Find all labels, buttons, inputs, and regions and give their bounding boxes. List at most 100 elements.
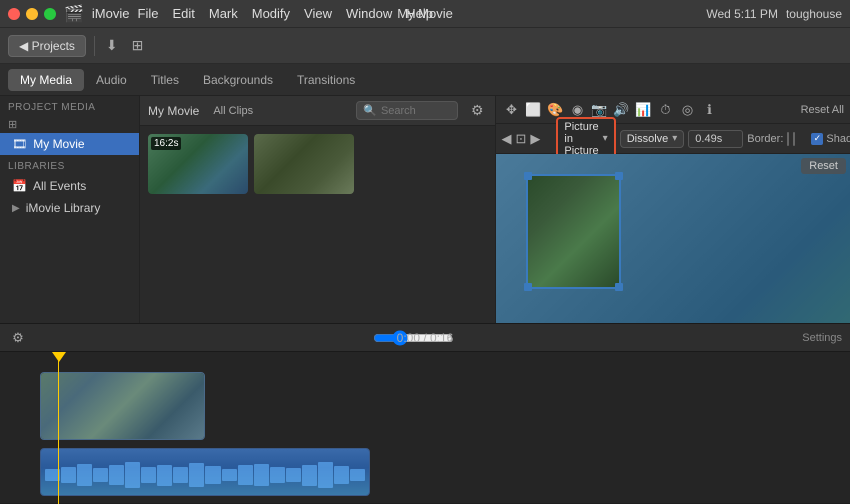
playhead-line — [58, 352, 59, 504]
clips-label: All Clips — [213, 105, 253, 117]
video-track-content — [41, 373, 204, 439]
title-bar-right: Wed 5:11 PM toughouse — [706, 7, 842, 21]
waveform-bar — [125, 462, 140, 487]
project-media-label: PROJECT MEDIA — [0, 96, 139, 116]
border-line-style[interactable] — [793, 132, 795, 146]
video-track[interactable] — [40, 372, 205, 440]
preview-toolbar2: ✥ ⬜ 🎨 ◉ 📷 🔊 📊 ⏱ ◎ ℹ Reset All — [496, 96, 850, 124]
search-box[interactable]: 🔍 — [356, 101, 458, 120]
waveform-bar — [205, 466, 220, 484]
waveform-bar — [270, 467, 285, 484]
sidebar-header-row: ⊞ — [0, 116, 139, 133]
crop-icon[interactable]: ⬜ — [524, 100, 544, 120]
waveform-bar — [109, 465, 124, 485]
import-icon[interactable]: ⬇ — [103, 34, 121, 57]
triangle-icon: ▶ — [12, 203, 20, 214]
waveform-bar — [254, 464, 269, 486]
clip-thumbnail-2[interactable] — [254, 134, 354, 194]
tab-my-media[interactable]: My Media — [8, 69, 84, 91]
chart-icon[interactable]: 📊 — [634, 100, 654, 120]
grid-icon[interactable]: ⊞ — [129, 34, 147, 57]
username: toughouse — [786, 7, 842, 21]
waveform-bar — [286, 468, 301, 482]
search-icon: 🔍 — [363, 104, 377, 117]
waveform-bar — [173, 467, 188, 482]
sidebar-item-all-events[interactable]: 📅 All Events — [0, 175, 139, 197]
minimize-button[interactable] — [26, 8, 38, 20]
pip-handle-tl[interactable] — [524, 172, 532, 180]
tab-backgrounds[interactable]: Backgrounds — [191, 69, 285, 91]
pip-handle-tr[interactable] — [615, 172, 623, 180]
waveform-bar — [318, 462, 333, 487]
timeline-settings-label[interactable]: Settings — [802, 332, 842, 344]
film-icon: 🎞 — [12, 137, 27, 151]
sidebar-imovie-library-label: iMovie Library — [26, 201, 101, 215]
shadow-checkbox-group[interactable]: ✓ Shadow — [811, 133, 850, 145]
duration-input[interactable] — [688, 130, 743, 148]
menu-modify[interactable]: Modify — [252, 6, 290, 21]
waveform-bar — [141, 467, 156, 484]
tab-titles[interactable]: Titles — [139, 69, 191, 91]
waveform-bar — [334, 466, 349, 484]
tab-audio[interactable]: Audio — [84, 69, 139, 91]
clip-duration-1: 16:2s — [151, 137, 181, 150]
menu-mark[interactable]: Mark — [209, 6, 238, 21]
media-toolbar: My Movie All Clips 🔍 ⚙ — [140, 96, 495, 126]
menu-view[interactable]: View — [304, 6, 332, 21]
sidebar-item-my-movie[interactable]: 🎞 My Movie — [0, 133, 139, 155]
cursor-icon[interactable]: ✥ — [502, 100, 522, 120]
projects-button[interactable]: ◀ Projects — [8, 35, 86, 57]
toolbar-separator — [94, 36, 95, 56]
preview-reset-button[interactable]: Reset — [801, 158, 846, 174]
imovie-app-icon: 🎬 — [64, 4, 84, 24]
timeline-settings-icon[interactable]: ⚙ — [8, 328, 28, 348]
libraries-label: LIBRARIES — [0, 155, 139, 175]
timeline-time-display: 0:00 / 0:16 — [397, 331, 454, 345]
fit-icon[interactable]: ⊡ — [516, 129, 527, 149]
prev-icon[interactable]: ◀ — [502, 129, 512, 149]
waveform-bars — [41, 461, 369, 489]
menu-edit[interactable]: Edit — [172, 6, 194, 21]
pip-overlay[interactable] — [526, 174, 621, 289]
sidebar-item-imovie-library[interactable]: ▶ iMovie Library — [0, 197, 139, 219]
calendar-icon: 📅 — [12, 179, 27, 193]
menu-window[interactable]: Window — [346, 6, 392, 21]
media-grid: 16:2s — [140, 126, 495, 202]
waveform-bar — [77, 464, 92, 486]
pip-handle-br[interactable] — [615, 283, 623, 291]
waveform-bar — [61, 467, 76, 484]
border-color-swatch[interactable] — [787, 132, 789, 146]
menu-bar: File Edit Mark Modify View Window Help — [138, 6, 434, 21]
waveform-bar — [93, 468, 108, 482]
close-button[interactable] — [8, 8, 20, 20]
shadow-checkbox[interactable]: ✓ — [811, 133, 823, 145]
reset-all-button[interactable]: Reset All — [801, 104, 844, 116]
info-icon[interactable]: ℹ — [700, 100, 720, 120]
system-time: Wed 5:11 PM — [706, 7, 778, 21]
audio-icon[interactable]: 🔊 — [612, 100, 632, 120]
fullscreen-button[interactable] — [44, 8, 56, 20]
preview-toolbar: ◀ ⊡ ▶ Picture in Picture ▾ Dissolve ▾ Bo… — [496, 124, 850, 154]
top-toolbar: ◀ Projects ⬇ ⊞ — [0, 28, 850, 64]
clip-thumbnail-1[interactable]: 16:2s — [148, 134, 248, 194]
stabilize-icon[interactable]: ◎ — [678, 100, 698, 120]
dissolve-selector[interactable]: Dissolve ▾ — [620, 130, 685, 148]
window-title: My Movie — [397, 6, 453, 21]
next-icon[interactable]: ▶ — [530, 129, 540, 149]
waveform-bar — [350, 469, 365, 480]
clip-image-2 — [254, 134, 354, 194]
media-settings-icon[interactable]: ⚙ — [468, 99, 487, 122]
speed-icon[interactable]: ⏱ — [656, 100, 676, 120]
audio-track[interactable] — [40, 448, 370, 496]
audio-waveform — [41, 449, 369, 495]
search-input[interactable] — [381, 105, 451, 117]
dissolve-chevron-icon: ▾ — [672, 133, 677, 144]
menu-file[interactable]: File — [138, 6, 159, 21]
timeline-area: ⚙ 0:00 / 0:16 Settings ♪ — [0, 323, 850, 503]
pip-handle-bl[interactable] — [524, 283, 532, 291]
waveform-bar — [157, 465, 172, 486]
traffic-lights — [8, 8, 56, 20]
app-name: iMovie — [92, 6, 130, 21]
tab-transitions[interactable]: Transitions — [285, 69, 367, 91]
waveform-bar — [189, 463, 204, 487]
